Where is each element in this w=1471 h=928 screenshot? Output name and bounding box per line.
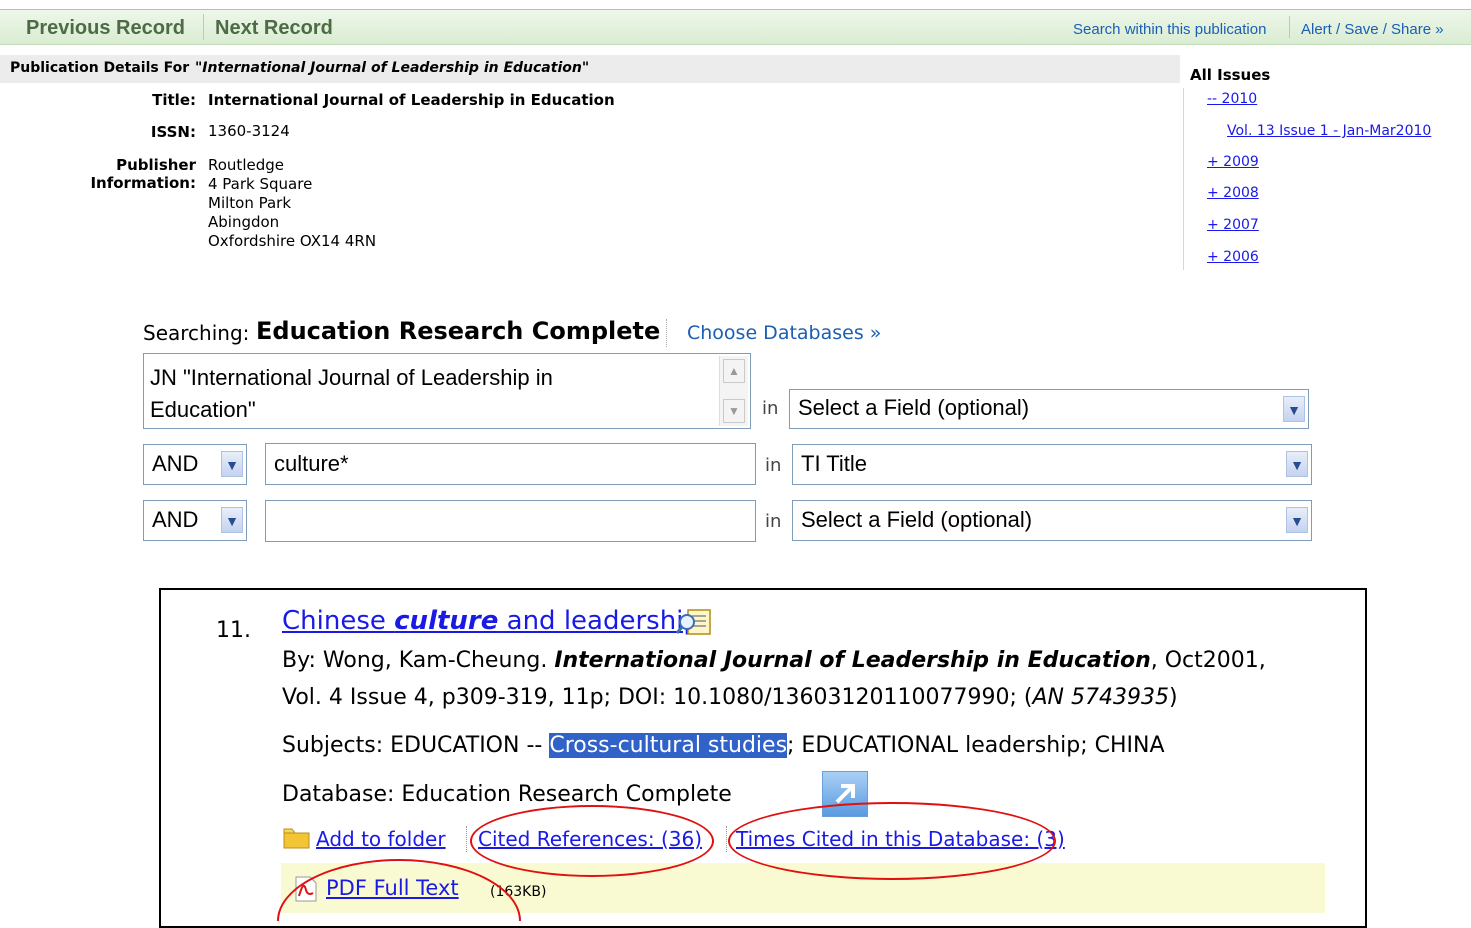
result-byline: By: Wong, Kam-Cheung. International Jour… <box>282 648 1266 673</box>
issue-year-2007-link[interactable]: + 2007 <box>1207 217 1259 233</box>
field-select-value: Select a Field (optional) <box>798 395 1030 420</box>
title-highlight-term: culture <box>394 606 499 636</box>
searching-label: Searching: <box>143 321 250 345</box>
publisher-address: Routledge 4 Park Square Milton Park Abin… <box>208 156 376 251</box>
search-term-input-row2[interactable]: culture* <box>265 443 756 485</box>
previous-record-link[interactable]: Previous Record <box>26 17 185 40</box>
search-query-line: JN "International Journal of Leadership … <box>150 365 553 390</box>
issue-year-2009-link[interactable]: + 2009 <box>1207 154 1259 170</box>
chevron-down-icon[interactable]: ▼ <box>1286 451 1308 477</box>
subjects-text: ; EDUCATIONAL leadership; CHINA <box>787 733 1165 758</box>
issue-vol13-link[interactable]: Vol. 13 Issue 1 - Jan-Mar2010 <box>1227 123 1431 139</box>
publisher-line: Oxfordshire OX14 4RN <box>208 232 377 250</box>
textarea-scrollbar[interactable]: ▲ ▼ <box>719 356 748 426</box>
field-select-row1[interactable]: Select a Field (optional) ▼ <box>789 389 1309 429</box>
chevron-down-icon[interactable]: ▼ <box>1286 507 1308 533</box>
publication-details-header: Publication Details For "International J… <box>0 55 1180 83</box>
chevron-down-icon[interactable]: ▼ <box>1283 396 1305 422</box>
search-term-input-row3[interactable] <box>265 500 756 542</box>
chevron-down-icon[interactable]: ▼ <box>221 451 243 477</box>
search-divider <box>666 319 667 347</box>
publication-details-title: "International Journal of Leadership in … <box>195 60 590 76</box>
result-citation: Vol. 4 Issue 4, p309-319, 11p; DOI: 10.1… <box>282 685 1178 710</box>
title-part: Chinese <box>282 606 395 636</box>
issue-year-2006-link[interactable]: + 2006 <box>1207 249 1259 265</box>
annotation-oval-cited-references <box>470 805 714 877</box>
next-record-link[interactable]: Next Record <box>215 17 333 40</box>
result-title-link[interactable]: Chinese culture and leadership. <box>282 606 708 636</box>
chevron-down-icon[interactable]: ▼ <box>221 507 243 533</box>
publisher-line: Milton Park <box>208 194 292 212</box>
folder-icon[interactable] <box>282 825 312 851</box>
boolean-select-row3[interactable]: AND ▼ <box>143 500 247 541</box>
result-title-text[interactable]: Chinese culture and leadership. <box>282 606 708 636</box>
field-select-value: Select a Field (optional) <box>801 507 1033 532</box>
boolean-select-row2[interactable]: AND ▼ <box>143 444 247 485</box>
link-divider <box>466 826 467 852</box>
publisher-line: Routledge <box>208 156 284 174</box>
annotation-oval-times-cited <box>728 802 1056 880</box>
in-label: in <box>765 511 782 532</box>
result-subjects: Subjects: EDUCATION -- Cross-cultural st… <box>282 733 1165 758</box>
title-label: Title: <box>152 91 196 109</box>
publisher-label: Publisher <box>116 156 196 174</box>
search-term-value: culture* <box>274 451 349 476</box>
in-label: in <box>762 398 779 419</box>
search-query-line: Education" <box>150 397 256 422</box>
nav-divider <box>1289 16 1290 38</box>
issn-label: ISSN: <box>150 123 196 141</box>
subjects-text: Subjects: EDUCATION -- <box>282 733 550 758</box>
boolean-select-value: AND <box>152 507 199 532</box>
record-navigation-bar: Previous Record Next Record Search withi… <box>0 9 1471 45</box>
scroll-up-icon[interactable]: ▲ <box>723 359 745 383</box>
title-value: International Journal of Leadership in E… <box>208 91 615 109</box>
publisher-line: 4 Park Square <box>208 175 313 193</box>
scroll-down-icon[interactable]: ▼ <box>723 399 745 423</box>
issn-value: 1360-3124 <box>208 122 290 140</box>
all-issues-heading: All Issues <box>1190 66 1271 84</box>
issues-divider <box>1183 88 1184 270</box>
citation-text: ) <box>1168 685 1178 710</box>
issue-year-2010-link[interactable]: -- 2010 <box>1207 91 1257 107</box>
field-select-value: TI Title <box>801 451 868 476</box>
publisher-information-label: Information: <box>90 174 196 192</box>
subjects-selected-text: Cross-cultural studies <box>549 733 788 758</box>
byline-date: , Oct2001, <box>1150 648 1266 673</box>
nav-divider <box>203 14 204 40</box>
database-name: Education Research Complete <box>256 317 661 345</box>
alert-save-share-link[interactable]: Alert / Save / Share » <box>1301 21 1444 38</box>
publication-details-prefix: Publication Details For <box>10 60 190 76</box>
byline-journal: International Journal of Leadership in E… <box>554 648 1151 673</box>
issue-year-2008-link[interactable]: + 2008 <box>1207 185 1259 201</box>
preview-magnifier-icon[interactable] <box>675 608 714 636</box>
field-select-row2[interactable]: TI Title ▼ <box>792 444 1312 485</box>
search-within-publication-link[interactable]: Search within this publication <box>1073 21 1266 38</box>
accession-number: AN 5743935 <box>1032 685 1169 710</box>
byline-author: By: Wong, Kam-Cheung. <box>282 648 555 673</box>
citation-text: Vol. 4 Issue 4, p309-319, 11p; DOI: 10.1… <box>282 685 1033 710</box>
search-query-textarea[interactable]: JN "International Journal of Leadership … <box>143 353 751 429</box>
add-to-folder-link[interactable]: Add to folder <box>316 827 446 851</box>
search-query-text: JN "International Journal of Leadership … <box>150 362 553 426</box>
link-divider <box>726 826 727 852</box>
field-select-row3[interactable]: Select a Field (optional) ▼ <box>792 500 1312 541</box>
in-label: in <box>765 455 782 476</box>
result-database: Database: Education Research Complete <box>282 782 732 807</box>
choose-databases-link[interactable]: Choose Databases » <box>687 322 881 344</box>
publisher-line: Abingdon <box>208 213 280 231</box>
boolean-select-value: AND <box>152 451 199 476</box>
result-number: 11. <box>216 618 251 643</box>
